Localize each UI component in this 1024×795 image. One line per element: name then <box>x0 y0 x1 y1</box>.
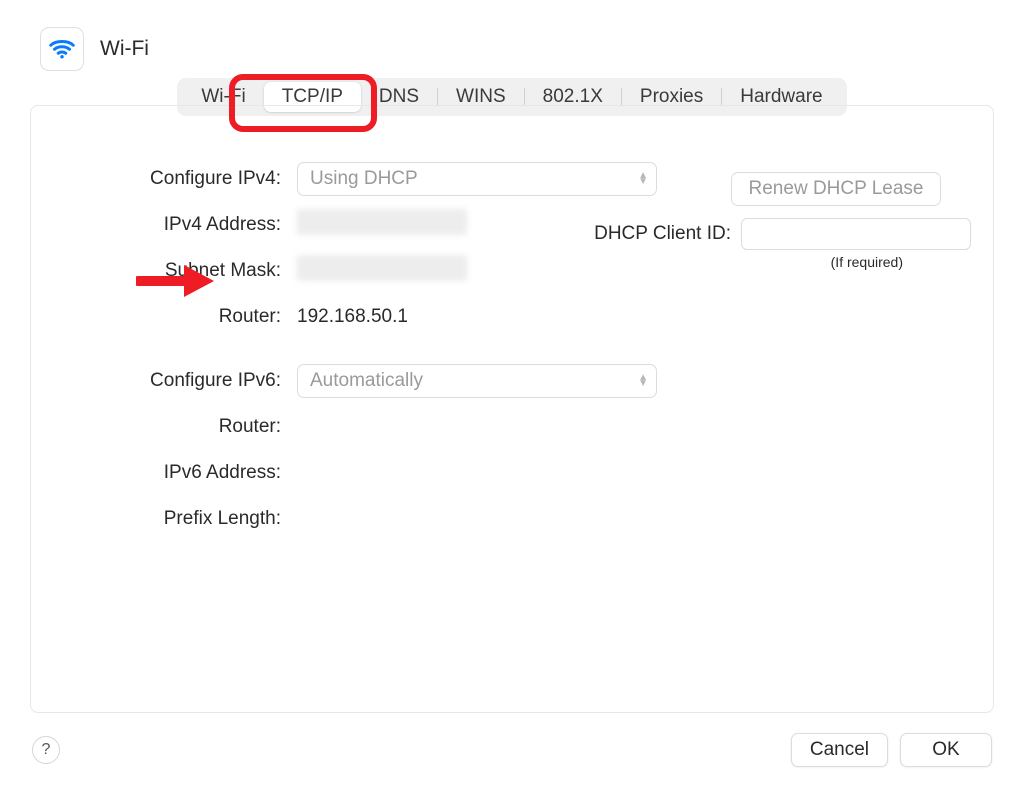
label-router-ipv6: Router: <box>31 416 291 438</box>
help-button[interactable]: ? <box>32 736 60 764</box>
input-dhcp-client-id[interactable] <box>741 218 971 250</box>
label-subnet-mask: Subnet Mask: <box>31 260 291 282</box>
renew-dhcp-lease-button[interactable]: Renew DHCP Lease <box>731 172 941 206</box>
value-ipv4-address <box>291 209 467 241</box>
value-router-ipv4: 192.168.50.1 <box>291 306 408 328</box>
ok-button[interactable]: OK <box>900 733 992 767</box>
chevron-up-down-icon: ▲▼ <box>638 173 648 185</box>
select-configure-ipv6[interactable]: Automatically ▲▼ <box>297 364 657 398</box>
redacted-value <box>297 209 467 235</box>
value-subnet-mask <box>291 255 467 287</box>
label-ipv6-address: IPv6 Address: <box>31 462 291 484</box>
select-value: Automatically <box>310 370 423 392</box>
cancel-button[interactable]: Cancel <box>791 733 888 767</box>
chevron-up-down-icon: ▲▼ <box>638 375 648 387</box>
wifi-icon <box>40 27 84 71</box>
label-dhcp-client-id: DHCP Client ID: <box>594 223 731 245</box>
label-ipv4-address: IPv4 Address: <box>31 214 291 236</box>
label-router-ipv4: Router: <box>31 306 291 328</box>
network-settings-window: Wi-Fi Wi-Fi TCP/IP DNS WINS 802.1X Proxi… <box>10 10 1014 785</box>
select-configure-ipv4[interactable]: Using DHCP ▲▼ <box>297 162 657 196</box>
label-configure-ipv6: Configure IPv6: <box>31 370 291 392</box>
footer: ? Cancel OK <box>10 725 1014 775</box>
label-configure-ipv4: Configure IPv4: <box>31 168 291 190</box>
select-value: Using DHCP <box>310 168 418 190</box>
page-title: Wi-Fi <box>100 37 149 61</box>
tcpip-panel: Configure IPv4: Using DHCP ▲▼ IPv4 Addre… <box>30 105 994 713</box>
redacted-value <box>297 255 467 281</box>
header: Wi-Fi <box>10 10 1014 70</box>
hint-if-required: (If required) <box>831 254 903 270</box>
label-prefix-length: Prefix Length: <box>31 508 291 530</box>
